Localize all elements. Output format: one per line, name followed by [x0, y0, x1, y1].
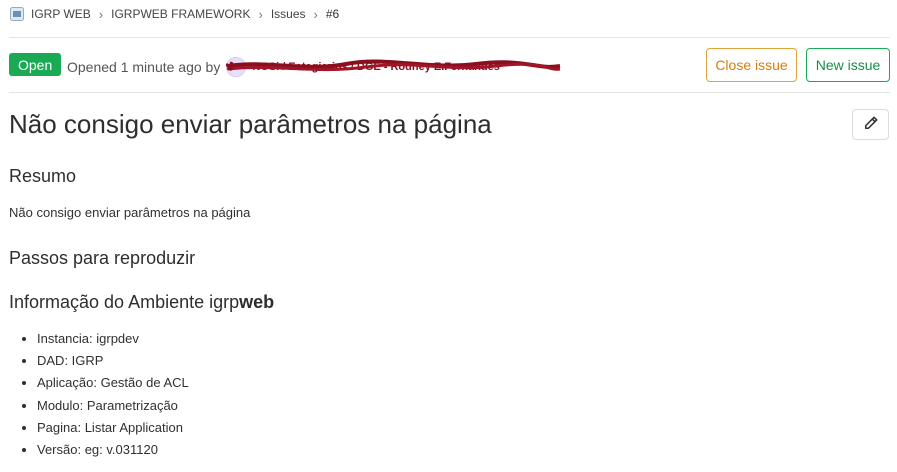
header-divider: [9, 37, 890, 38]
list-item: DAD: IGRP: [37, 350, 189, 372]
project-avatar-icon[interactable]: [9, 6, 25, 22]
section-heading-ambiente: Informação do Ambiente igrpweb: [9, 292, 274, 313]
section-heading-resumo: Resumo: [9, 166, 77, 186]
chevron-right-icon: ›: [313, 6, 318, 22]
new-issue-button[interactable]: New issue: [806, 48, 890, 82]
breadcrumb-group[interactable]: IGRP WEB: [31, 7, 91, 21]
section-heading-passos: Passos para reproduzir: [9, 248, 196, 268]
breadcrumb: IGRP WEB › IGRPWEB FRAMEWORK › Issues › …: [9, 0, 339, 28]
list-item: Aplicação: Gestão de ACL: [37, 372, 189, 394]
breadcrumb-project[interactable]: IGRPWEB FRAMEWORK: [111, 7, 250, 21]
close-issue-button[interactable]: Close issue: [706, 48, 797, 82]
issue-title: Não consigo enviar parâmetros na página: [9, 109, 492, 139]
redaction-scribble: [226, 59, 561, 72]
chevron-right-icon: ›: [98, 6, 104, 22]
ambiente-heading-text: Informação do Ambiente igrp: [9, 292, 240, 312]
environment-list: Instancia: igrpdev DAD: IGRP Aplicação: …: [9, 328, 189, 461]
list-item: Pagina: Listar Application: [37, 417, 189, 439]
opened-text: Opened 1 minute ago by: [67, 59, 221, 75]
breadcrumb-issues[interactable]: Issues: [271, 7, 306, 21]
list-item: Instancia: igrpdev: [37, 328, 189, 350]
title-divider: [9, 92, 890, 93]
list-item: Modulo: Parametrização: [37, 395, 189, 417]
ambiente-heading-bold: web: [239, 292, 275, 312]
pencil-icon: [864, 116, 878, 133]
chevron-right-icon: ›: [258, 6, 263, 22]
edit-issue-button[interactable]: [852, 109, 889, 140]
list-item: Versão: eg: v.031120: [37, 439, 189, 461]
status-badge: Open: [9, 53, 62, 76]
breadcrumb-issue-number: #6: [325, 7, 340, 21]
resumo-text: Não consigo enviar parâmetros na página: [9, 205, 251, 220]
